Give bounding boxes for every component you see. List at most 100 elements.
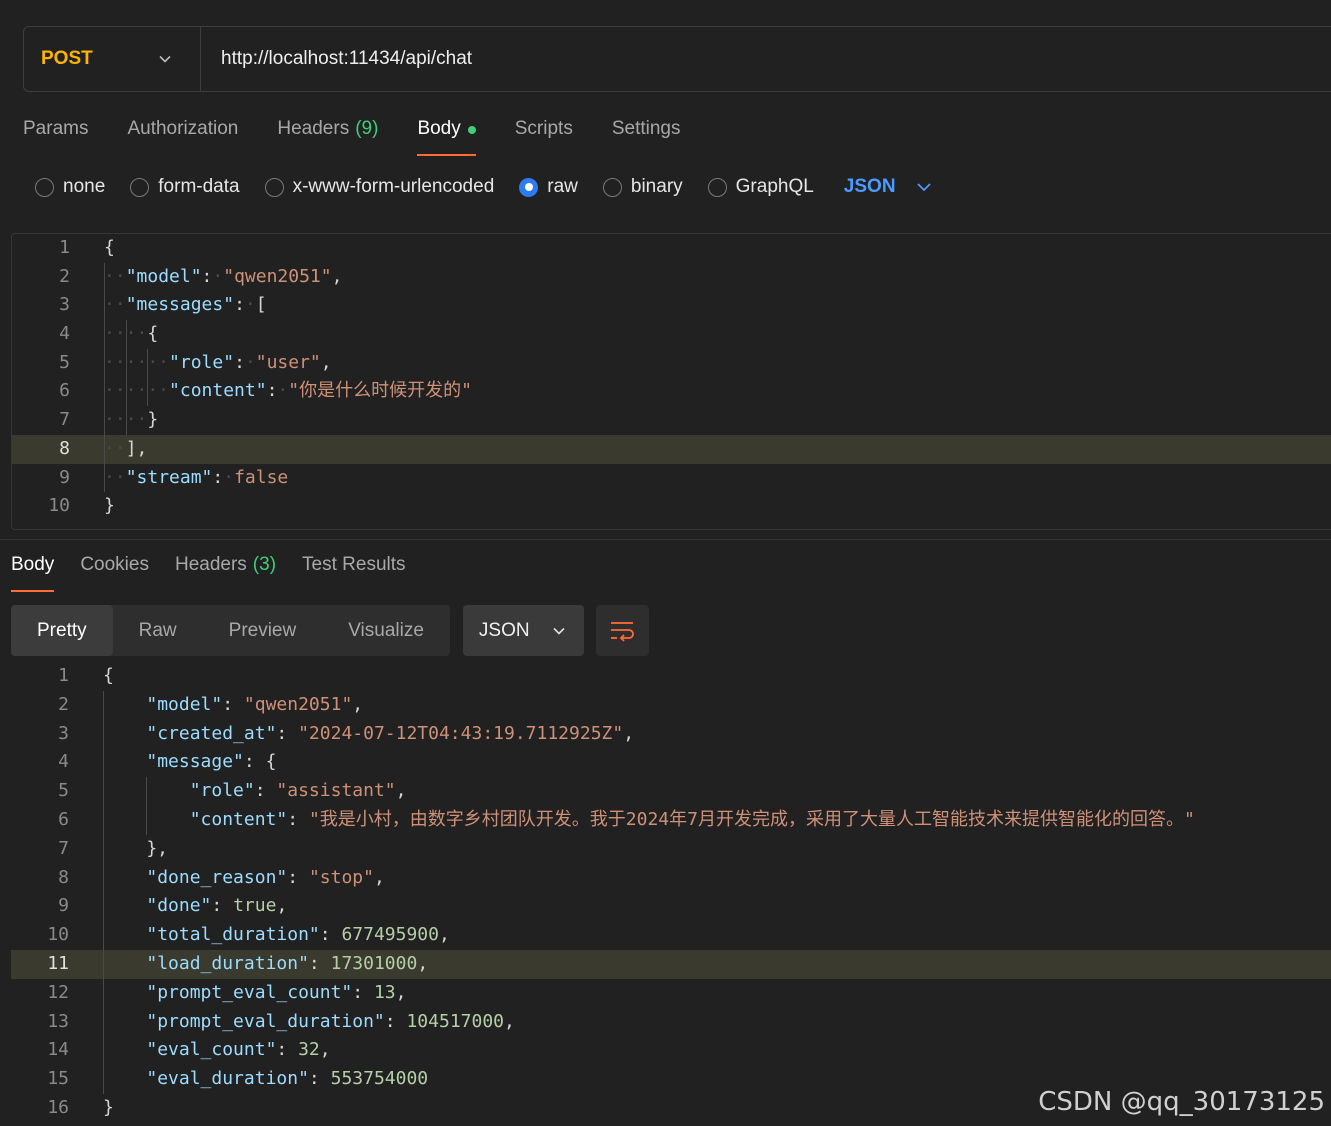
indent-guide (103, 805, 104, 835)
body-format-label: JSON (843, 176, 896, 197)
line-number: 8 (59, 437, 70, 459)
indent-guide (104, 434, 105, 464)
response-body-viewer[interactable]: 1{2 "model": "qwen2051", 3 "created_at": … (11, 662, 1331, 1126)
indent-guide (104, 377, 105, 407)
url-input[interactable] (201, 27, 1331, 91)
code-text: "prompt_eval_count": 13, (146, 981, 407, 1003)
chevron-down-icon (553, 627, 565, 635)
line-number: 13 (47, 1010, 69, 1032)
watermark: CSDN @qq_30173125 (1038, 1087, 1325, 1117)
code-text: { (104, 237, 115, 258)
body-type-label: none (63, 176, 106, 197)
code-line: 10} (12, 492, 1331, 521)
tab-label: Scripts (514, 118, 573, 139)
view-visualize[interactable]: Visualize (322, 605, 450, 656)
view-mode-segmented-control: Pretty Raw Preview Visualize (11, 605, 450, 656)
radio-button[interactable] (35, 177, 54, 197)
code-text: { (103, 665, 114, 686)
code-line: 8 ··], (12, 434, 1331, 464)
body-format-dropdown[interactable]: JSON (844, 176, 932, 198)
body-type-binary[interactable]: binary (602, 176, 683, 198)
tab-response-test-results[interactable]: Test Results (302, 548, 405, 592)
tab-label: Headers (174, 554, 247, 575)
tab-request-headers[interactable]: Headers (9) (277, 112, 378, 156)
code-line: 13 "prompt_eval_duration": 104517000, (11, 1007, 1331, 1037)
code-line: 9 ··"stream":·false (12, 463, 1331, 493)
line-number: 6 (59, 380, 70, 402)
tab-request-authorization[interactable]: Authorization (127, 112, 238, 156)
code-text: "done": true, (146, 895, 288, 917)
indent-guide (103, 978, 104, 1008)
body-type-label: raw (547, 176, 578, 197)
radio-button[interactable] (264, 177, 284, 197)
code-line: 8 "done_reason": "stop", (11, 863, 1331, 893)
request-body-editor[interactable]: 1{2 ··"model":·"qwen2051", 3 ··"messages":·… (11, 233, 1331, 530)
response-format-label: JSON (478, 619, 530, 641)
tab-request-settings[interactable]: Settings (612, 112, 681, 156)
code-line: 2 "model": "qwen2051", (11, 690, 1331, 720)
body-type-x-www-form-urlencoded[interactable]: x-www-form-urlencoded (264, 176, 494, 198)
radio-button[interactable] (130, 177, 150, 197)
view-pretty[interactable]: Pretty (11, 605, 113, 656)
line-number: 5 (59, 351, 70, 373)
body-type-label: binary (630, 176, 683, 197)
tab-label: Authorization (127, 118, 239, 139)
body-type-label: GraphQL (735, 176, 814, 197)
line-number: 11 (47, 952, 69, 974)
indent-guide (125, 320, 127, 349)
indent-guide (147, 377, 149, 407)
body-modified-indicator (467, 126, 476, 134)
code-text: "eval_duration": 553754000 (146, 1068, 429, 1090)
body-type-none[interactable]: none (35, 176, 105, 198)
line-number: 6 (58, 808, 69, 830)
code-line: 11 "load_duration": 17301000, (11, 949, 1331, 979)
pane-divider[interactable] (0, 539, 1331, 540)
body-type-label: form-data (158, 176, 240, 197)
line-number: 7 (58, 837, 69, 859)
tab-count-badge: (3) (252, 554, 277, 575)
code-text: "load_duration": 17301000, (146, 952, 429, 974)
indent-guide (103, 748, 104, 778)
code-text: "content": "我是小村，由数字乡村团队开发。我于2024年7月开发完成… (189, 808, 1195, 830)
view-raw[interactable]: Raw (113, 605, 203, 656)
tab-label: Headers (277, 118, 350, 139)
line-number: 1 (58, 665, 69, 686)
code-line: 4 "message": { (11, 748, 1331, 778)
line-number: 3 (58, 722, 69, 744)
code-line: 5 ······"role":·"user", (12, 348, 1331, 378)
tab-request-params[interactable]: Params (23, 112, 88, 156)
line-number: 9 (59, 466, 70, 488)
code-line: 5 "role": "assistant", (11, 777, 1331, 806)
view-preview[interactable]: Preview (203, 605, 323, 656)
radio-button[interactable] (707, 177, 727, 197)
tab-response-body[interactable]: Body (11, 548, 55, 592)
indent-guide (103, 1007, 104, 1037)
line-number: 2 (59, 265, 70, 287)
chevron-down-icon (159, 55, 171, 63)
indent-guide (103, 719, 104, 749)
line-number: 5 (58, 780, 69, 802)
tab-response-cookies[interactable]: Cookies (80, 548, 149, 592)
code-text: ··"stream":·false (104, 466, 289, 488)
body-type-raw[interactable]: raw (519, 176, 578, 198)
body-type-form-data[interactable]: form-data (130, 176, 240, 198)
tab-request-scripts[interactable]: Scripts (515, 112, 573, 156)
tab-label: Body (11, 554, 55, 575)
tab-request-body[interactable]: Body (417, 112, 477, 156)
indent-guide (103, 949, 104, 979)
line-number: 3 (59, 294, 70, 316)
line-number: 15 (47, 1068, 69, 1090)
radio-button[interactable] (602, 177, 622, 197)
code-text: }, (103, 837, 169, 859)
radio-button[interactable] (519, 177, 539, 197)
line-number: 14 (47, 1039, 69, 1061)
response-format-dropdown[interactable]: JSON (462, 605, 584, 656)
body-type-graphql[interactable]: GraphQL (707, 176, 814, 198)
method-label: POST (41, 48, 93, 69)
method-selector[interactable]: POST (24, 27, 201, 91)
line-number: 12 (47, 981, 69, 1003)
tab-response-headers[interactable]: Headers (3) (175, 548, 276, 592)
wrap-lines-button[interactable] (595, 605, 649, 656)
code-text: ··"model":·"qwen2051", (104, 265, 343, 287)
code-line: 10 "total_duration": 677495900, (11, 921, 1331, 950)
